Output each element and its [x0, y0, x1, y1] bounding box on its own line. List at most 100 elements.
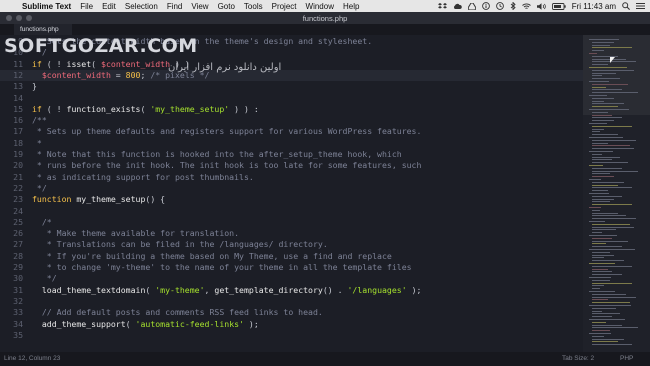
code-line[interactable]: 25 /*	[0, 217, 583, 228]
code-text[interactable]: if ( ! function_exists( 'my_theme_setup'…	[32, 104, 259, 115]
line-number[interactable]: 18	[0, 138, 23, 149]
line-number[interactable]: 14	[0, 93, 23, 104]
code-line[interactable]: 15 if ( ! function_exists( 'my_theme_setu…	[0, 104, 583, 115]
line-number[interactable]: 28	[0, 251, 23, 262]
menu-clock[interactable]: Fri 11:43 am	[572, 2, 616, 11]
menu-tools[interactable]: Tools	[244, 2, 263, 11]
code-text[interactable]: * Translations can be filed in the /lang…	[32, 239, 328, 250]
drive-icon[interactable]	[467, 2, 476, 10]
code-text[interactable]: add_theme_support( 'automatic-feed-links…	[32, 319, 259, 330]
code-text[interactable]: function my_theme_setup() {	[32, 194, 165, 205]
status-tab-size[interactable]: Tab Size: 2	[562, 355, 594, 362]
battery-icon[interactable]	[551, 2, 566, 10]
line-number[interactable]: 32	[0, 296, 23, 307]
status-syntax[interactable]: PHP	[620, 355, 633, 362]
menu-project[interactable]: Project	[272, 2, 297, 11]
line-number[interactable]: 22	[0, 183, 23, 194]
line-number[interactable]: 27	[0, 239, 23, 250]
line-number[interactable]: 29	[0, 262, 23, 273]
close-window-button[interactable]	[6, 15, 12, 21]
spotlight-search-icon[interactable]	[622, 2, 630, 10]
code-line[interactable]: 26 * Make theme available for translatio…	[0, 228, 583, 239]
minimize-window-button[interactable]	[16, 15, 22, 21]
code-line[interactable]: 19 * Note that this function is hooked i…	[0, 149, 583, 160]
code-line[interactable]: 28 * If you're building a theme based on…	[0, 251, 583, 262]
code-line[interactable]: 20 * runs before the init hook. The init…	[0, 160, 583, 171]
code-text[interactable]: * to change 'my-theme' to the name of yo…	[32, 262, 412, 273]
bluetooth-icon[interactable]	[510, 2, 516, 10]
line-number[interactable]: 16	[0, 115, 23, 126]
line-number[interactable]: 33	[0, 307, 23, 318]
code-line[interactable]: 22 */	[0, 183, 583, 194]
info-icon[interactable]	[481, 2, 490, 10]
code-line[interactable]: 18 *	[0, 138, 583, 149]
code-text[interactable]: if ( ! isset( $content_width ) )	[32, 59, 190, 70]
code-line[interactable]: 13}	[0, 81, 583, 92]
line-number[interactable]: 17	[0, 126, 23, 137]
app-name-menu[interactable]: Sublime Text	[22, 2, 71, 11]
code-text[interactable]: load_theme_textdomain( 'my-theme', get_t…	[32, 285, 422, 296]
menu-help[interactable]: Help	[343, 2, 359, 11]
code-line[interactable]: 17 * Sets up theme defaults and register…	[0, 126, 583, 137]
line-number[interactable]: 24	[0, 206, 23, 217]
code-line[interactable]: 12 $content_width = 800; /* pixels */	[0, 69, 583, 82]
menu-window[interactable]: Window	[306, 2, 334, 11]
line-number[interactable]: 21	[0, 172, 23, 183]
line-number[interactable]: 25	[0, 217, 23, 228]
code-text[interactable]: * Note that this function is hooked into…	[32, 149, 402, 160]
code-text[interactable]: *	[32, 138, 42, 149]
code-text[interactable]: * Make theme available for translation.	[32, 228, 239, 239]
code-line[interactable]: 14	[0, 93, 583, 104]
code-text[interactable]: */	[32, 273, 57, 284]
code-line[interactable]: 30 */	[0, 273, 583, 284]
code-text[interactable]: // Add default posts and comments RSS fe…	[32, 307, 323, 318]
minimap[interactable]	[583, 35, 650, 352]
clock-icon[interactable]	[495, 2, 504, 10]
line-number[interactable]: 15	[0, 104, 23, 115]
line-number[interactable]: 23	[0, 194, 23, 205]
code-line[interactable]: 35	[0, 330, 583, 341]
code-line[interactable]: 34 add_theme_support( 'automatic-feed-li…	[0, 319, 583, 330]
code-line[interactable]: 23 function my_theme_setup() {	[0, 194, 583, 205]
code-line[interactable]: 24	[0, 206, 583, 217]
code-text[interactable]: * as indicating support for post thumbna…	[32, 172, 254, 183]
notification-center-icon[interactable]	[636, 2, 645, 10]
code-text[interactable]: */	[32, 183, 47, 194]
code-line[interactable]: 11 if ( ! isset( $content_width ) )	[0, 59, 583, 70]
zoom-window-button[interactable]	[26, 15, 32, 21]
code-text[interactable]: }	[32, 81, 37, 92]
menu-find[interactable]: Find	[167, 2, 183, 11]
code-line[interactable]: 21 * as indicating support for post thum…	[0, 172, 583, 183]
line-number[interactable]: 11	[0, 59, 23, 70]
menu-goto[interactable]: Goto	[218, 2, 235, 11]
line-number[interactable]: 34	[0, 319, 23, 330]
code-line[interactable]: 31 load_theme_textdomain( 'my-theme', ge…	[0, 285, 583, 296]
line-number[interactable]: 30	[0, 273, 23, 284]
code-text[interactable]: /*	[32, 217, 52, 228]
code-text[interactable]: * runs before the init hook. The init ho…	[32, 160, 422, 171]
line-number[interactable]: 20	[0, 160, 23, 171]
menu-view[interactable]: View	[191, 2, 208, 11]
tab-functions-php[interactable]: functions.php	[14, 24, 72, 35]
line-number[interactable]: 13	[0, 81, 23, 92]
line-number[interactable]: 19	[0, 149, 23, 160]
code-line[interactable]: 16 /**	[0, 115, 583, 126]
volume-icon[interactable]	[536, 2, 546, 10]
line-number[interactable]: 31	[0, 285, 23, 296]
code-line[interactable]: 33 // Add default posts and comments RSS…	[0, 307, 583, 318]
code-line[interactable]: 29 * to change 'my-theme' to the name of…	[0, 262, 583, 273]
line-number[interactable]: 12	[0, 70, 23, 81]
code-text[interactable]: * If you're building a theme based on My…	[32, 251, 392, 262]
menu-selection[interactable]: Selection	[125, 2, 158, 11]
code-editor[interactable]: 9 * Sets the content width based on the …	[0, 35, 583, 352]
cloud-icon[interactable]	[453, 3, 462, 10]
menu-edit[interactable]: Edit	[102, 2, 116, 11]
line-number[interactable]: 35	[0, 330, 23, 341]
code-text[interactable]: * Sets up theme defaults and registers s…	[32, 126, 422, 137]
dropbox-icon[interactable]	[437, 2, 447, 10]
code-line[interactable]: 32	[0, 296, 583, 307]
wifi-icon[interactable]	[521, 3, 531, 10]
code-line[interactable]: 27 * Translations can be filed in the /l…	[0, 239, 583, 250]
menu-file[interactable]: File	[80, 2, 93, 11]
line-number[interactable]: 26	[0, 228, 23, 239]
